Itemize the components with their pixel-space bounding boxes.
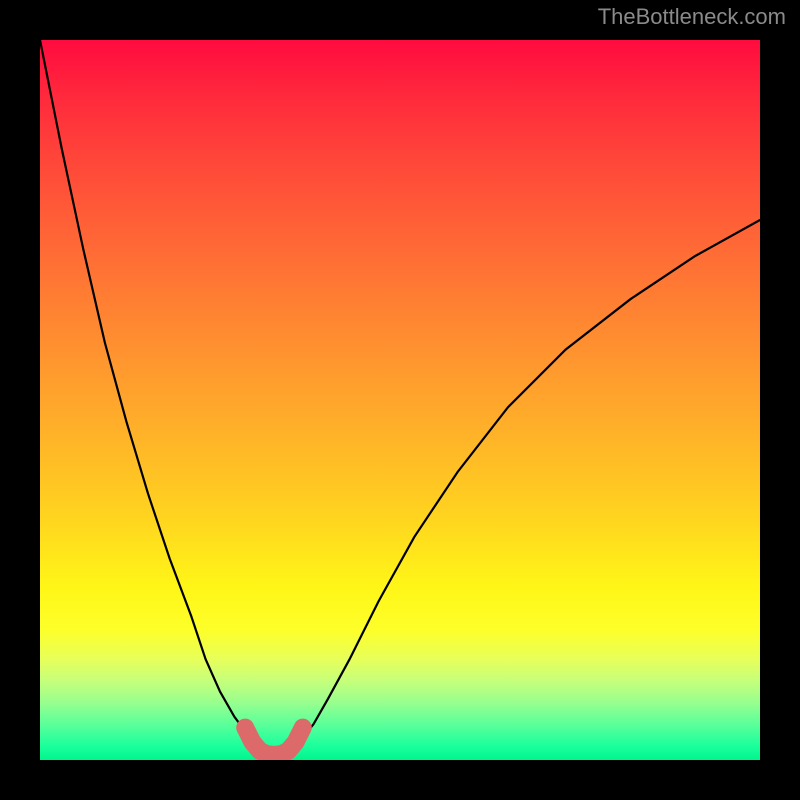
curve-right-path [288,220,760,753]
highlight-path [245,728,303,755]
watermark-text: TheBottleneck.com [598,4,786,30]
curve-left-path [40,40,267,753]
chart-frame: TheBottleneck.com [0,0,800,800]
chart-svg [40,40,760,760]
plot-area [40,40,760,760]
